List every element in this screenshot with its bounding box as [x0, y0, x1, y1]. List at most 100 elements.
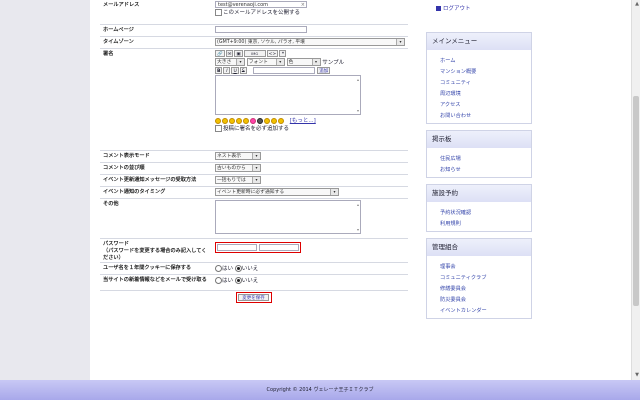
more-emoji-link[interactable]: [もっと...] [290, 118, 316, 124]
cookie-yes-label: はい [222, 265, 234, 272]
submit-highlight: 変更を保存 [236, 291, 272, 303]
page-scrollbar[interactable]: ▲ ▼ [631, 0, 640, 380]
italic-button[interactable]: I [223, 67, 231, 74]
signature-label: 署名 [100, 48, 213, 151]
chevron-down-icon: ▾ [252, 152, 260, 159]
scroll-thumb[interactable] [633, 96, 639, 306]
scroll-down-icon: ▾ [356, 226, 359, 232]
email-field[interactable]: test@verenaoji.com × [215, 1, 307, 8]
menu-item-board[interactable]: 理事会 [427, 261, 531, 272]
main-menu-title: メインメニュー [427, 33, 531, 50]
cookie-no-radio[interactable] [234, 264, 242, 272]
insert-image-button[interactable]: IMG [243, 49, 266, 57]
chevron-down-icon: ▾ [252, 164, 260, 171]
password-note: （パスワードを変更する場合のみ記入してください） [103, 247, 207, 261]
publish-email-checkbox[interactable] [215, 9, 222, 16]
chevron-down-icon: ▾ [330, 188, 338, 195]
code-icon[interactable]: <> [266, 49, 279, 57]
menu-item-environment[interactable]: 周辺環境 [427, 88, 531, 99]
image-icon[interactable]: ▣ [234, 49, 243, 57]
font-color-select[interactable]: 色 ▾ [286, 58, 321, 66]
chevron-down-icon: ▾ [236, 59, 244, 65]
cookie-label: ユーザ名を１年間クッキーに保存する [100, 262, 213, 275]
comment-order-label: コメントの並び順 [100, 162, 213, 175]
grin-emoji-icon[interactable] [222, 117, 228, 124]
other-label: その他 [100, 198, 213, 239]
signature-textarea[interactable]: ▴ ▾ [215, 75, 361, 115]
password-field[interactable] [217, 243, 257, 251]
other-textarea[interactable]: ▴ ▾ [215, 199, 361, 234]
timezone-select[interactable]: (GMT+9:00) 東京, ソウル, パラオ, 平壌 ▾ [215, 37, 405, 46]
always-signature-checkbox[interactable] [215, 125, 222, 132]
quote-icon[interactable]: ❝ [279, 49, 287, 57]
bold-button[interactable]: B [215, 67, 223, 74]
laugh-emoji-icon[interactable] [243, 117, 249, 124]
comment-mode-label: コメント表示モード [100, 150, 213, 163]
association-menu: 管理組合 理事会 コミュニティクラブ 修繕委員会 防災委員会 イベントカレンダー [426, 238, 532, 319]
chevron-down-icon: ▾ [252, 176, 260, 183]
event-timing-select[interactable]: イベント更新時に必ず通知する ▾ [215, 187, 339, 196]
surprised-emoji-icon[interactable] [236, 117, 242, 124]
event-message-select[interactable]: 一括もりでは ▾ [215, 175, 261, 184]
cool-emoji-icon[interactable] [257, 117, 263, 124]
footer: Copyright © 2014 ヴェレーナ王子ＩＴクラブ [0, 380, 640, 400]
scroll-up-icon: ▴ [356, 201, 359, 207]
scroll-down-icon[interactable]: ▼ [635, 372, 639, 378]
cookie-yes-radio[interactable] [215, 264, 222, 272]
font-family-select[interactable]: フォント ▾ [246, 58, 285, 66]
menu-item-access[interactable]: アクセス [427, 99, 531, 110]
event-timing-label: イベント通知のタイミング [100, 186, 213, 199]
comment-order-select[interactable]: 古いものから ▾ [215, 163, 261, 172]
reservation-menu: 施設予約 予約状況確認 利用規則 [426, 184, 532, 232]
menu-item-repair[interactable]: 修繕委員会 [427, 283, 531, 294]
sad-emoji-icon[interactable] [264, 117, 270, 124]
comment-mode-select[interactable]: ネスト表示 ▾ [215, 151, 261, 160]
sample-text: サンプル [322, 59, 345, 66]
newinfo-yes-radio[interactable] [215, 276, 222, 284]
association-menu-title: 管理組合 [427, 239, 531, 256]
smile-emoji-icon[interactable] [215, 117, 221, 124]
menu-item-calendar[interactable]: イベントカレンダー [427, 305, 531, 316]
event-message-label: イベント更新通知メッセージの受取方法 [100, 174, 213, 187]
always-signature-label: 投稿に署名を必ず追加する [223, 126, 290, 132]
email-icon[interactable]: ✉ [225, 49, 234, 57]
scroll-up-icon: ▴ [356, 77, 359, 82]
password-highlight [215, 241, 301, 253]
homepage-label: ホームページ [100, 24, 213, 37]
angry-emoji-icon[interactable] [271, 117, 277, 124]
wink-emoji-icon[interactable] [229, 117, 235, 124]
menu-item-home[interactable]: ホーム [427, 55, 531, 66]
chevron-down-icon: ▾ [396, 38, 404, 45]
logout-link[interactable]: ログアウト [443, 6, 471, 12]
scroll-down-icon: ▾ [356, 108, 359, 113]
menu-item-community[interactable]: コミュニティ [427, 77, 531, 88]
signature-url-field[interactable] [253, 67, 316, 74]
blush-emoji-icon[interactable] [250, 117, 256, 124]
link-icon[interactable]: 🔗 [215, 49, 225, 57]
menu-item-club[interactable]: コミュニティクラブ [427, 272, 531, 283]
save-button[interactable]: 変更を保存 [238, 293, 269, 301]
strike-button[interactable]: S [239, 67, 247, 74]
menu-item-contact[interactable]: お問い合わせ [427, 110, 531, 121]
menu-item-rules[interactable]: 利用規則 [427, 218, 531, 229]
newinfo-no-radio[interactable] [234, 276, 242, 284]
menu-item-plaza[interactable]: 住民広場 [427, 153, 531, 164]
chevron-down-icon: ▾ [275, 59, 284, 65]
menu-item-overview[interactable]: マンション概要 [427, 66, 531, 77]
menu-item-news[interactable]: お知らせ [427, 164, 531, 175]
homepage-field[interactable] [215, 25, 307, 33]
add-button[interactable]: 追加 [317, 67, 331, 74]
user-settings-form: メールアドレス test@verenaoji.com × このメールアドレスを公開… [100, 0, 408, 306]
clear-icon[interactable]: × [301, 2, 305, 9]
password-confirm-field[interactable] [259, 243, 299, 251]
menu-item-disaster[interactable]: 防災委員会 [427, 294, 531, 305]
reservation-menu-title: 施設予約 [427, 185, 531, 202]
menu-item-reservation-status[interactable]: 予約状況確認 [427, 207, 531, 218]
underline-button[interactable]: U [231, 67, 239, 74]
tongue-emoji-icon[interactable] [278, 117, 284, 124]
scroll-up-icon[interactable]: ▲ [635, 1, 639, 7]
cookie-no-label: いいえ [241, 265, 259, 272]
board-menu-title: 掲示板 [427, 131, 531, 148]
password-label: パスワード （パスワードを変更する場合のみ記入してください） [100, 238, 213, 263]
font-size-select[interactable]: 大きさ ▾ [215, 58, 245, 66]
